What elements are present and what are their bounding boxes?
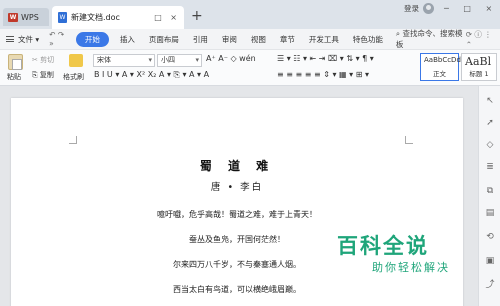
command-search[interactable]: ⌕ 查找命令、搜索模板 — [396, 28, 463, 50]
copy-button[interactable]: ⎘ 复制 — [32, 70, 54, 80]
font-format-tools[interactable]: B I U ▾ A ▾ X² X₂ A ▾ ⎘ ▾ A ▾ A — [94, 70, 209, 80]
watermark-title: 百科全说 — [337, 234, 429, 258]
style-normal-label: 正文 — [433, 70, 446, 78]
new-tab-button[interactable]: + — [191, 9, 203, 23]
font-size-tools[interactable]: A⁺ A⁻ ◇ wén — [206, 54, 256, 63]
menu-tab-developer[interactable]: 开发工具 — [302, 34, 346, 45]
ribbon-toolbar: 粘贴 ✂ 剪切 ⎘ 复制 格式刷 宋体 小四 A⁺ A⁻ ◇ wén B I U… — [0, 50, 500, 86]
copy-icon[interactable]: ⧉ — [485, 186, 495, 196]
poem-title: 蜀 道 难 — [199, 159, 275, 173]
font-name-select[interactable]: 宋体 — [93, 54, 155, 67]
menu-tab-page-layout[interactable]: 页面布局 — [142, 34, 186, 45]
search-icon: ⌕ — [395, 29, 401, 38]
doc-icon[interactable]: ▤ — [485, 208, 495, 218]
margin-corner-top-left — [69, 136, 77, 144]
style-heading1-preview: AaBl — [465, 55, 492, 68]
login-label[interactable]: 登录 — [404, 3, 419, 14]
document-tab[interactable]: W 新建文档.doc □ × — [52, 6, 184, 29]
wps-tab-label: WPS — [21, 12, 39, 22]
arrow-icon[interactable]: ➚ — [485, 118, 495, 128]
hamburger-icon — [6, 36, 14, 42]
wps-home-tab[interactable]: W WPS — [3, 8, 49, 26]
menu-tab-start[interactable]: 开始 — [75, 31, 109, 47]
style-normal[interactable]: AaBbCcDd 正文 — [420, 53, 461, 81]
document-tab-controls[interactable]: □ × — [154, 13, 180, 22]
paste-icon[interactable] — [8, 54, 23, 70]
quick-access-icons[interactable]: ↶ ↷ » — [46, 30, 72, 48]
menu-tab-view[interactable]: 视图 — [244, 34, 273, 45]
file-menu[interactable]: 文件 ▾ — [0, 34, 46, 45]
avatar-icon[interactable] — [423, 3, 434, 14]
menu-tab-references[interactable]: 引用 — [186, 34, 215, 45]
cursor-icon[interactable]: ↖ — [485, 96, 495, 106]
image-icon[interactable]: ▣ — [485, 256, 495, 266]
style-heading1[interactable]: AaBl 标题 1 — [461, 53, 497, 81]
style-heading1-label: 标题 1 — [469, 70, 489, 78]
list-icon[interactable]: ≣ — [485, 162, 495, 172]
watermark-subtitle: 助你轻松解决 — [372, 261, 450, 274]
shape-icon[interactable]: ◇ — [485, 140, 495, 150]
format-painter-button[interactable]: 格式刷 — [63, 72, 84, 82]
format-painter-icon[interactable] — [69, 54, 83, 67]
file-menu-arrow: ▾ — [35, 34, 40, 44]
login-area[interactable]: 登录 ─ □ × — [404, 3, 498, 14]
margin-corner-top-right — [405, 136, 413, 144]
word-doc-icon: W — [58, 12, 67, 23]
sync-icon[interactable]: ⟲ — [485, 232, 495, 242]
poem-author: 唐 • 李白 — [210, 182, 264, 193]
copy-icon: ⎘ — [32, 71, 38, 79]
paragraph-list-tools[interactable]: ☰ ▾ ☷ ▾ ⇤ ⇥ ⌧ ▾ ⇅ ▾ ¶ ▾ — [277, 54, 374, 63]
file-menu-label: 文件 — [18, 34, 33, 44]
paragraph-align-tools[interactable]: ≡ ≡ ≡ ≡ ≡ ⇕ ▾ ▦ ▾ ⊞ ▾ — [277, 70, 369, 79]
cut-icon: ✂ — [32, 56, 38, 64]
cut-label: 剪切 — [40, 56, 55, 64]
copy-label: 复制 — [39, 71, 54, 79]
menu-extra-icons[interactable]: ⟳ ⓘ ⋮ ⌃ — [463, 29, 500, 49]
menu-tab-review[interactable]: 审阅 — [215, 34, 244, 45]
right-sidebar: ↖ ➚ ◇ ≣ ⧉ ▤ ⟲ ▣ ⤴ — [478, 86, 500, 306]
style-normal-preview: AaBbCcDd — [424, 56, 461, 64]
menu-tab-features[interactable]: 特色功能 — [346, 34, 390, 45]
menu-tab-sections[interactable]: 章节 — [273, 34, 302, 45]
cut-button[interactable]: ✂ 剪切 — [32, 55, 54, 65]
menu-tab-insert[interactable]: 插入 — [113, 34, 142, 45]
title-bar: W WPS W 新建文档.doc □ × + 登录 ─ □ × — [0, 0, 500, 29]
wps-logo-icon: W — [8, 12, 18, 22]
font-size-select[interactable]: 小四 — [157, 54, 202, 67]
share-icon[interactable]: ⤴ — [485, 280, 495, 290]
menu-bar: 文件 ▾ ↶ ↷ » 开始 插入 页面布局 引用 审阅 视图 章节 开发工具 特… — [0, 29, 500, 50]
document-tab-label: 新建文档.doc — [71, 13, 120, 22]
command-search-label: 查找命令、搜索模板 — [395, 29, 463, 49]
window-controls[interactable]: ─ □ × — [444, 4, 498, 13]
paste-button[interactable]: 粘贴 — [7, 72, 21, 82]
poem-line-1: 噫吁嚱，危乎高哉！蜀道之难，难于上青天！ — [157, 210, 317, 219]
poem-line-4: 西当太白有鸟道，可以横绝峨眉巅。 — [173, 285, 301, 294]
